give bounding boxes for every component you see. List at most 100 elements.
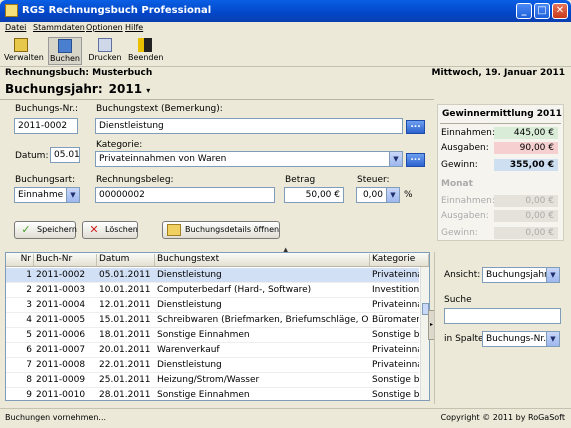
- table-row[interactable]: 7 2011-0008 22.01.2011 Dienstleistung Privat…: [6, 358, 419, 373]
- menu-stammdaten[interactable]: Stammdaten: [33, 23, 85, 32]
- table-header: Nr Buch-Nr Datum Buchungstext Kategorie: [6, 253, 429, 267]
- table-row[interactable]: 9 2011-0010 28.01.2011 Sonstige Einnahmen So…: [6, 388, 419, 400]
- menu-optionen[interactable]: Optionen: [86, 23, 123, 32]
- beenden-button[interactable]: Beenden: [128, 37, 164, 65]
- cell-buchnr: 2011-0004: [36, 300, 86, 310]
- cell-nr: 3: [26, 300, 32, 310]
- datum-label: Datum:: [15, 151, 49, 161]
- delete-icon: ✕: [89, 223, 99, 236]
- beenden-label: Beenden: [128, 53, 164, 62]
- steuer-select[interactable]: 0,00 ▼: [356, 187, 400, 203]
- cell-buchungstext: Dienstleistung: [157, 270, 222, 280]
- spalte-label: in Spalte: [444, 334, 484, 344]
- buchungstext-more-button[interactable]: ...: [406, 120, 425, 134]
- cell-nr: 2: [26, 285, 32, 295]
- table-row[interactable]: 8 2011-0009 25.01.2011 Heizung/Strom/Wasser…: [6, 373, 419, 388]
- chevron-down-icon[interactable]: ▼: [546, 332, 559, 346]
- folder-icon: [14, 38, 28, 52]
- close-button[interactable]: ✕: [552, 3, 568, 19]
- menu-datei[interactable]: Datei: [5, 23, 26, 32]
- book-header: Rechnungsbuch: Musterbuch Mittwoch, 19. …: [0, 67, 571, 81]
- cell-buchungstext: Warenverkauf: [157, 345, 220, 355]
- table-row[interactable]: 2 2011-0003 10.01.2011 Computerbedarf (Hard…: [6, 283, 419, 298]
- chevron-down-icon[interactable]: ▼: [546, 268, 559, 282]
- kategorie-select[interactable]: Privateinnahmen von Waren ▼: [95, 151, 403, 167]
- column-header-buchnr[interactable]: Buch-Nr: [34, 254, 97, 266]
- datum-field[interactable]: 05.01.: [50, 147, 80, 163]
- menu-bar: Datei Stammdaten Optionen Hilfe: [0, 22, 571, 35]
- table-row[interactable]: 4 2011-0005 15.01.2011 Schreibwaren (Briefm…: [6, 313, 419, 328]
- cell-buchnr: 2011-0010: [36, 390, 86, 400]
- steuer-label: Steuer:: [357, 175, 390, 185]
- minimize-button[interactable]: _: [516, 3, 532, 19]
- verwalten-button[interactable]: Verwalten: [4, 37, 44, 65]
- spalte-value: Buchungs-Nr.: [486, 334, 547, 344]
- delete-button[interactable]: ✕ Löschen: [82, 221, 138, 239]
- column-header-nr[interactable]: Nr: [6, 254, 34, 266]
- cell-kategorie: Privateinna: [372, 270, 419, 280]
- table-row[interactable]: 3 2011-0004 12.01.2011 Dienstleistung Privat…: [6, 298, 419, 313]
- cell-nr: 7: [26, 360, 32, 370]
- monat-einnahmen-value: 0,00 €: [494, 195, 558, 207]
- chevron-down-icon[interactable]: ▼: [389, 152, 402, 166]
- column-header-buchungstext[interactable]: Buchungstext: [155, 254, 370, 266]
- gewinn-label: Gewinn:: [441, 160, 478, 170]
- buchungsnr-field[interactable]: 2011-0002: [14, 118, 78, 134]
- copyright-text: Copyright © 2011 by RoGaSoft: [440, 413, 565, 422]
- einnahmen-label: Einnahmen:: [441, 128, 495, 138]
- cell-buchnr: 2011-0006: [36, 330, 86, 340]
- table-row[interactable]: 1 2011-0002 05.01.2011 Dienstleistung Privat…: [6, 268, 419, 283]
- save-label: Speichern: [37, 225, 77, 234]
- cell-buchnr: 2011-0008: [36, 360, 86, 370]
- kategorie-value: Privateinnahmen von Waren: [99, 154, 227, 164]
- spalte-select[interactable]: Buchungs-Nr. ▼: [482, 331, 560, 347]
- monat-title: Monat: [441, 179, 473, 189]
- ausgaben-label: Ausgaben:: [441, 143, 489, 153]
- profit-panel: Gewinnermittlung 2011 Einnahmen: 445,00 …: [437, 104, 564, 241]
- monat-ausgaben-value: 0,00 €: [494, 210, 558, 222]
- exit-icon: [138, 38, 152, 52]
- cell-kategorie: Sonstige b: [372, 375, 419, 385]
- save-button[interactable]: ✓ Speichern: [14, 221, 77, 239]
- cell-datum: 05.01.2011: [99, 270, 151, 280]
- table-row[interactable]: 5 2011-0006 18.01.2011 Sonstige Einnahmen So…: [6, 328, 419, 343]
- search-input[interactable]: [444, 308, 561, 324]
- buchen-button[interactable]: Buchen: [48, 37, 82, 65]
- drucken-label: Drucken: [88, 53, 122, 62]
- kategorie-label: Kategorie:: [96, 140, 143, 150]
- menu-hilfe[interactable]: Hilfe: [125, 23, 143, 32]
- cell-datum: 25.01.2011: [99, 375, 151, 385]
- monat-gewinn-label: Gewinn:: [441, 228, 478, 238]
- details-button[interactable]: Buchungsdetails öffnen: [162, 221, 280, 239]
- buchungstext-field[interactable]: Dienstleistung: [95, 118, 403, 134]
- gewinn-value: 355,00 €: [494, 159, 558, 171]
- book-name: Rechnungsbuch: Musterbuch: [5, 68, 153, 78]
- cell-buchungstext: Sonstige Einnahmen: [157, 390, 250, 400]
- buchen-label: Buchen: [49, 54, 81, 63]
- cell-buchungstext: Computerbedarf (Hard-, Software): [157, 285, 312, 295]
- betrag-field[interactable]: 50,00 €: [284, 187, 344, 203]
- column-header-kategorie[interactable]: Kategorie: [370, 254, 429, 266]
- chevron-down-icon[interactable]: ▼: [66, 188, 79, 202]
- checkmark-icon: ✓: [21, 223, 31, 236]
- buchungsart-select[interactable]: Einnahme ▼: [14, 187, 80, 203]
- column-header-datum[interactable]: Datum: [97, 254, 155, 266]
- beleg-field[interactable]: 00000002: [95, 187, 275, 203]
- cell-buchnr: 2011-0009: [36, 375, 86, 385]
- cell-datum: 18.01.2011: [99, 330, 151, 340]
- chevron-down-icon[interactable]: ▾: [146, 86, 150, 95]
- buchungsart-label: Buchungsart:: [15, 175, 76, 185]
- table-row[interactable]: 6 2011-0007 20.01.2011 Warenverkauf Privatei…: [6, 343, 419, 358]
- current-date: Mittwoch, 19. Januar 2011: [431, 68, 565, 78]
- divider: [0, 99, 434, 100]
- ansicht-select[interactable]: Buchungsjahr ▼: [482, 267, 560, 283]
- cell-kategorie: Privateinna: [372, 345, 419, 355]
- maximize-button[interactable]: □: [534, 3, 550, 19]
- cell-nr: 1: [26, 270, 32, 280]
- cell-datum: 15.01.2011: [99, 315, 151, 325]
- cell-datum: 22.01.2011: [99, 360, 151, 370]
- kategorie-more-button[interactable]: ...: [406, 153, 425, 167]
- chevron-down-icon[interactable]: ▼: [386, 188, 399, 202]
- drucken-button[interactable]: Drucken: [88, 37, 122, 65]
- year-selector[interactable]: 2011: [109, 82, 142, 96]
